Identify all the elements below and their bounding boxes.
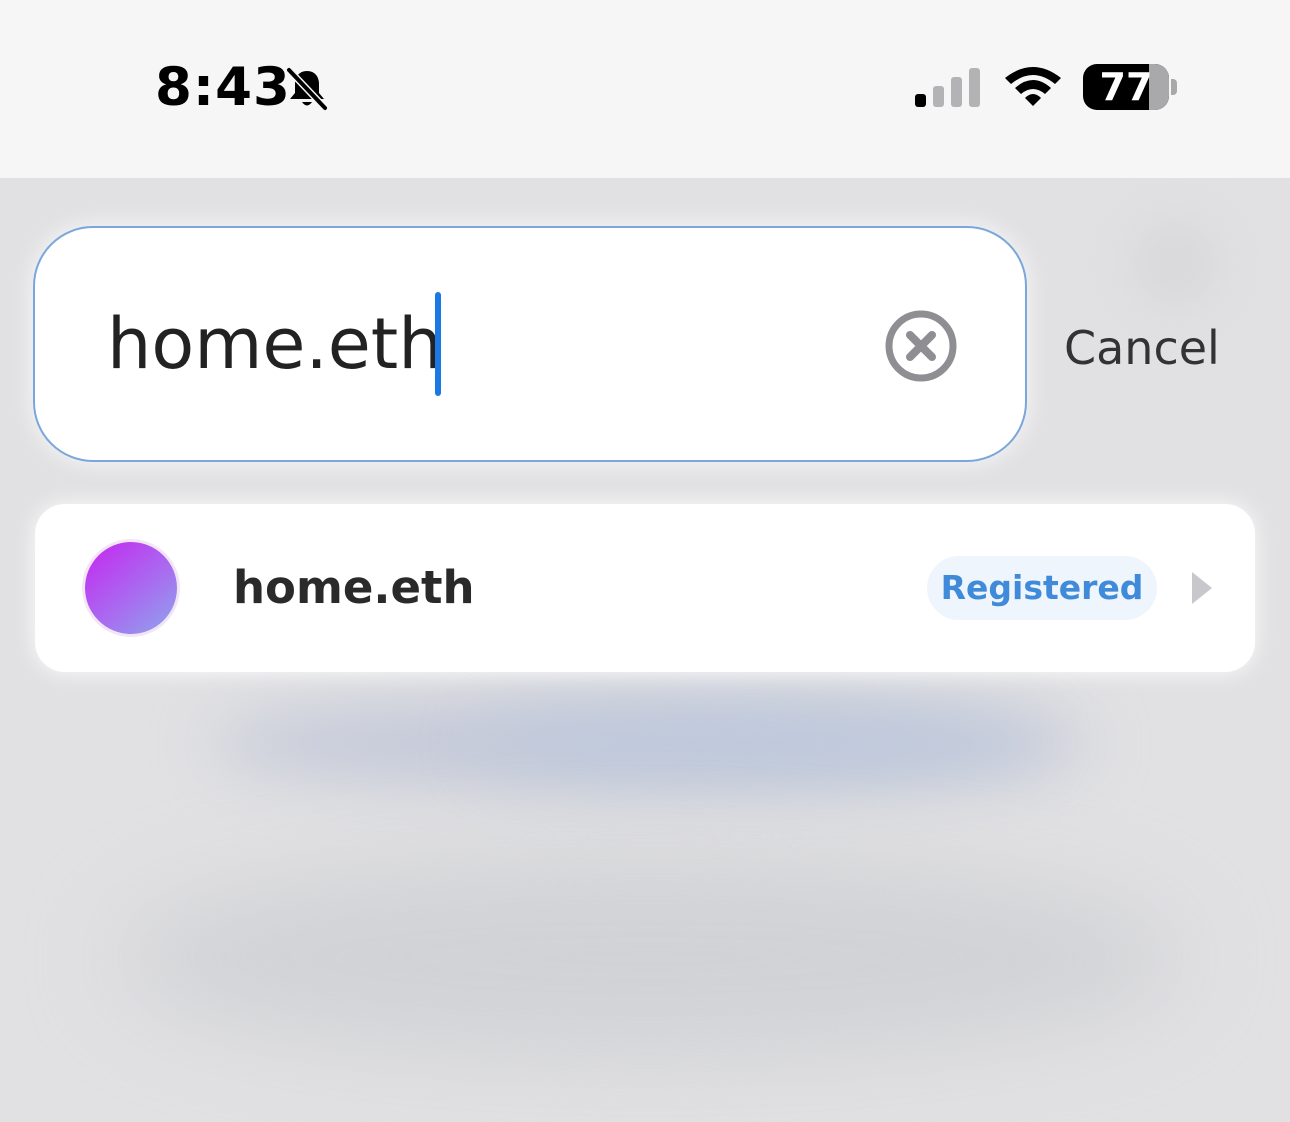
search-box[interactable]	[33, 226, 1027, 462]
result-name: home.eth	[233, 561, 475, 614]
signal-icon	[915, 68, 980, 107]
text-caret	[435, 292, 441, 396]
status-badge: Registered	[927, 556, 1157, 620]
avatar	[85, 542, 177, 634]
status-time: 8:43	[155, 57, 291, 118]
search-result-row[interactable]: home.eth Registered	[35, 504, 1255, 672]
blur-blob	[480, 713, 1040, 773]
clear-circle-icon[interactable]	[883, 308, 959, 384]
status-bar: 8:43 77	[0, 0, 1290, 178]
bell-slash-icon	[285, 66, 329, 112]
blur-blob	[1130, 218, 1220, 308]
cancel-button[interactable]: Cancel	[1064, 318, 1220, 378]
chevron-right-icon	[1192, 572, 1212, 604]
wifi-icon	[1005, 67, 1061, 106]
battery-percent: 77	[1099, 65, 1153, 109]
battery-cap	[1171, 79, 1177, 95]
blur-blob	[120, 858, 1180, 1058]
battery-icon: 77	[1083, 64, 1169, 110]
search-input[interactable]	[107, 296, 827, 392]
